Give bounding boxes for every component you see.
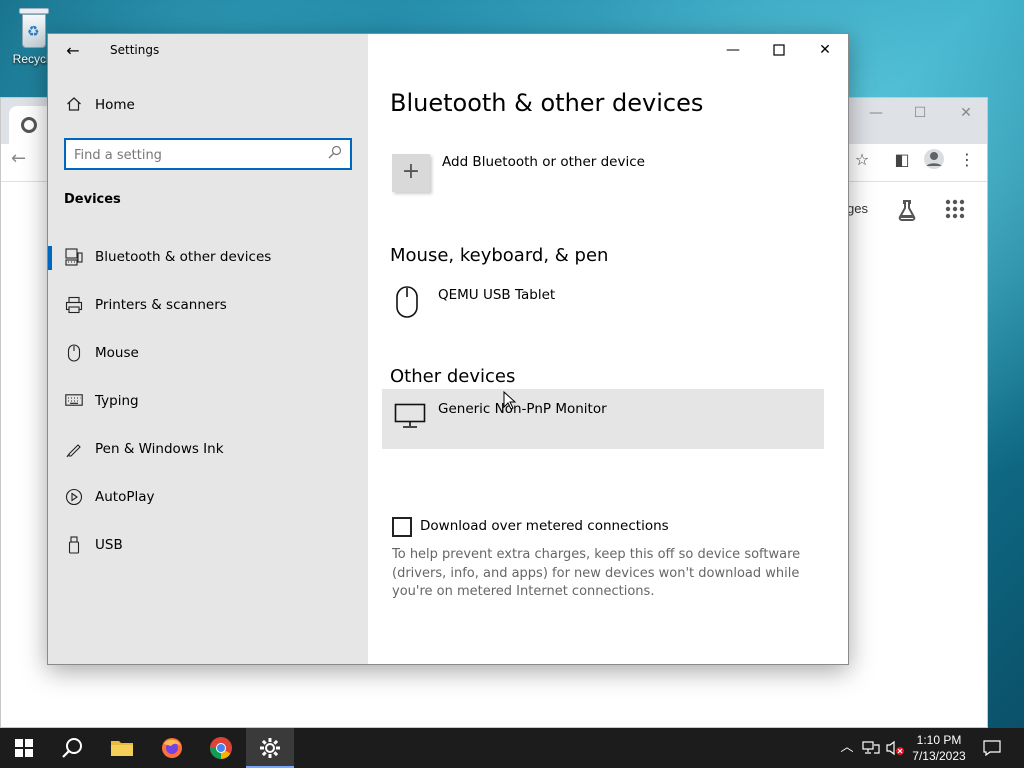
sidebar-item-mouse[interactable]: Mouse: [48, 334, 368, 374]
ntp-partial-label: ges: [847, 201, 868, 216]
chrome-maximize-icon[interactable]: ☐: [905, 102, 935, 124]
plus-icon: +: [401, 159, 421, 184]
keyboard-icon: [64, 392, 84, 412]
device-item-qemu-tablet[interactable]: QEMU USB Tablet: [382, 275, 824, 335]
metered-download-checkbox[interactable]: [392, 517, 412, 537]
sidebar-item-label: USB: [95, 537, 123, 553]
sidebar-item-bluetooth[interactable]: Bluetooth & other devices: [48, 238, 368, 278]
add-device-button[interactable]: +: [392, 154, 430, 192]
device-name: QEMU USB Tablet: [438, 287, 556, 303]
file-explorer-taskbar-button[interactable]: [98, 728, 146, 768]
settings-window: ← Settings Home Devices Bluetooth & othe…: [47, 33, 849, 665]
show-hidden-icons-chevron-up-icon[interactable]: ︿: [838, 728, 856, 768]
printer-icon: [64, 296, 84, 316]
back-arrow-icon[interactable]: ←: [62, 40, 84, 62]
device-item-generic-monitor[interactable]: Generic Non-PnP Monitor: [382, 389, 824, 449]
sidebar-item-autoplay[interactable]: AutoPlay: [48, 478, 368, 518]
metered-download-label[interactable]: Download over metered connections: [420, 518, 669, 534]
settings-taskbar-button[interactable]: [246, 728, 294, 768]
device-name: Generic Non-PnP Monitor: [438, 401, 607, 417]
sidebar-item-label: Printers & scanners: [95, 297, 227, 313]
folder-icon: [111, 741, 133, 756]
taskbar-clock[interactable]: 1:10 PM 7/13/2023: [908, 732, 970, 764]
chrome-taskbar-button[interactable]: [197, 728, 245, 768]
profile-avatar-icon[interactable]: [922, 148, 946, 172]
sidebar-home-label: Home: [95, 97, 135, 113]
search-taskbar-button[interactable]: [48, 728, 96, 768]
chrome-icon: [210, 737, 232, 759]
recycle-bin-icon: ♻: [17, 8, 51, 50]
sidebar-item-label: Typing: [95, 393, 139, 409]
clock-time: 1:10 PM: [916, 733, 962, 747]
chrome-tab-favicon-icon: [21, 117, 37, 133]
metered-help-text: To help prevent extra charges, keep this…: [392, 547, 801, 599]
monitor-icon: [394, 403, 426, 435]
search-box[interactable]: [64, 138, 352, 170]
minimize-icon[interactable]: —: [710, 38, 756, 62]
active-indicator: [48, 246, 52, 270]
mouse-icon: [394, 285, 424, 318]
volume-muted-icon[interactable]: [884, 728, 906, 768]
settings-main: — ✕ Bluetooth & other devices + Add Blue…: [368, 34, 848, 664]
add-device-label[interactable]: Add Bluetooth or other device: [442, 154, 645, 170]
sidebar-item-label: Pen & Windows Ink: [95, 441, 224, 457]
usb-icon: [64, 536, 84, 556]
bookmark-star-icon[interactable]: ☆: [850, 148, 874, 172]
sidebar-item-home[interactable]: Home: [48, 86, 368, 126]
firefox-taskbar-button[interactable]: [148, 728, 196, 768]
mouse-keyboard-pen-heading: Mouse, keyboard, & pen: [390, 245, 609, 266]
gear-icon: [260, 738, 280, 758]
search-icon: [326, 145, 344, 163]
search-icon: [62, 738, 82, 758]
apps-grid-icon[interactable]: [942, 198, 968, 224]
firefox-icon: [162, 738, 182, 758]
clock-date: 7/13/2023: [912, 749, 966, 763]
chrome-close-icon[interactable]: ✕: [951, 102, 981, 124]
window-title: Settings: [110, 43, 160, 57]
chrome-menu-icon[interactable]: ⋮: [955, 148, 979, 172]
settings-sidebar: ← Settings Home Devices Bluetooth & othe…: [48, 34, 368, 664]
sidebar-item-usb[interactable]: USB: [48, 526, 368, 566]
start-button[interactable]: [0, 728, 48, 768]
sidebar-item-label: AutoPlay: [95, 489, 155, 505]
sidebar-item-printers[interactable]: Printers & scanners: [48, 286, 368, 326]
taskbar: ︿ 1:10 PM 7/13/2023: [0, 728, 1024, 768]
sidebar-item-label: Mouse: [95, 345, 139, 361]
home-icon: [64, 96, 84, 116]
close-icon[interactable]: ✕: [802, 38, 848, 62]
mouse-cursor-icon: [503, 391, 517, 410]
chrome-back-icon[interactable]: ←: [11, 148, 35, 172]
sidebar-item-typing[interactable]: Typing: [48, 382, 368, 422]
other-devices-heading: Other devices: [390, 366, 516, 387]
notifications-icon[interactable]: [978, 728, 1006, 768]
side-panel-icon[interactable]: ◧: [890, 148, 914, 172]
page-title: Bluetooth & other devices: [390, 89, 704, 117]
network-icon[interactable]: [860, 728, 882, 768]
bluetooth-devices-icon: [64, 248, 84, 268]
windows-logo-icon: [15, 739, 33, 757]
maximize-icon[interactable]: [756, 38, 802, 62]
pen-icon: [64, 440, 84, 460]
labs-flask-icon[interactable]: [894, 198, 920, 224]
sidebar-section-devices: Devices: [64, 192, 121, 207]
sidebar-item-label: Bluetooth & other devices: [95, 249, 272, 265]
search-input[interactable]: [74, 145, 314, 165]
chrome-minimize-icon[interactable]: —: [861, 102, 891, 124]
autoplay-icon: [64, 488, 84, 508]
sidebar-item-pen[interactable]: Pen & Windows Ink: [48, 430, 368, 470]
mouse-icon: [64, 344, 84, 364]
